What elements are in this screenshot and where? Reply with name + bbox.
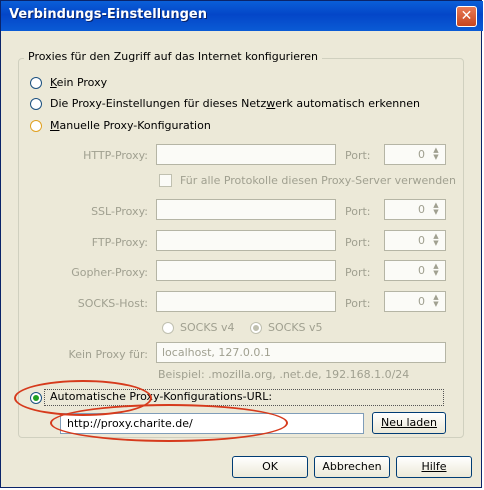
auto-url-label[interactable]: Automatische Proxy-Konfigurations-URL: [50,390,272,403]
ok-button[interactable]: OK [232,456,308,478]
socks-host-label: SOCKS-Host: [77,297,148,310]
spinner-arrows-icon[interactable]: ▲ ▼ [430,233,442,248]
all-protocols-label[interactable]: Für alle Protokolle diesen Proxy-Server … [180,174,456,187]
http-port-label: Port: [345,149,371,162]
http-proxy-label: HTTP-Proxy: [83,149,148,162]
gopher-port-label: Port: [345,266,371,279]
no-proxy-for-label: Kein Proxy für: [68,348,148,361]
spinner-arrows-icon[interactable]: ▲ ▼ [430,263,442,278]
ssl-proxy-label: SSL-Proxy: [91,205,148,218]
ftp-port-label: Port: [345,236,371,249]
all-protocols-checkbox[interactable] [159,174,172,187]
cancel-button[interactable]: Abbrechen [314,456,390,478]
manual-config-label[interactable]: Manuelle Proxy-Konfiguration [50,119,211,132]
no-proxy-example: Beispiel: .mozilla.org, .net.de, 192.168… [158,368,410,381]
socks-port-spinner[interactable]: 0 ▲ ▼ [384,291,446,312]
ftp-proxy-label: FTP-Proxy: [91,236,148,249]
http-port-spinner[interactable]: 0 ▲ ▼ [384,144,446,165]
gopher-port-spinner[interactable]: 0 ▲ ▼ [384,260,446,281]
spinner-arrows-icon[interactable]: ▲ ▼ [430,202,442,217]
socks-port-label: Port: [345,297,371,310]
http-proxy-input[interactable] [156,144,336,165]
socks-host-input[interactable] [156,291,336,312]
ssl-port-label: Port: [345,205,371,218]
ftp-port-spinner[interactable]: 0 ▲ ▼ [384,230,446,251]
gopher-proxy-input[interactable] [156,260,336,281]
no-proxy-for-input[interactable]: localhost, 127.0.0.1 [156,342,446,363]
no-proxy-radio[interactable] [30,77,42,89]
auto-detect-label[interactable]: Die Proxy-Einstellungen für dieses Netzw… [50,97,420,110]
socks-v4-label[interactable]: SOCKS v4 [180,321,235,334]
ftp-proxy-input[interactable] [156,230,336,251]
manual-config-radio[interactable] [30,120,42,132]
reload-button[interactable]: Neu laden [372,412,446,434]
socks-v4-radio[interactable] [162,322,174,334]
spinner-arrows-icon[interactable]: ▲ ▼ [430,147,442,162]
socks-v5-label[interactable]: SOCKS v5 [268,321,323,334]
auto-detect-radio[interactable] [30,98,42,110]
auto-url-input[interactable]: http://proxy.charite.de/ [60,413,364,434]
help-button[interactable]: Hilfe [396,456,472,478]
window-title: Verbindungs-Einstellungen [9,7,208,22]
close-button[interactable]: ✕ [456,6,477,27]
title-bar[interactable]: Verbindungs-Einstellungen ✕ [1,1,483,31]
no-proxy-label[interactable]: Kein Proxy [50,76,107,89]
spinner-arrows-icon[interactable]: ▲ ▼ [430,294,442,309]
gopher-proxy-label: Gopher-Proxy: [71,266,148,279]
ssl-port-spinner[interactable]: 0 ▲ ▼ [384,199,446,220]
group-title: Proxies für den Zugriff auf das Internet… [24,50,323,63]
auto-url-radio[interactable] [30,392,42,404]
ssl-proxy-input[interactable] [156,199,336,220]
socks-v5-radio[interactable] [250,322,262,334]
close-icon: ✕ [460,8,473,24]
